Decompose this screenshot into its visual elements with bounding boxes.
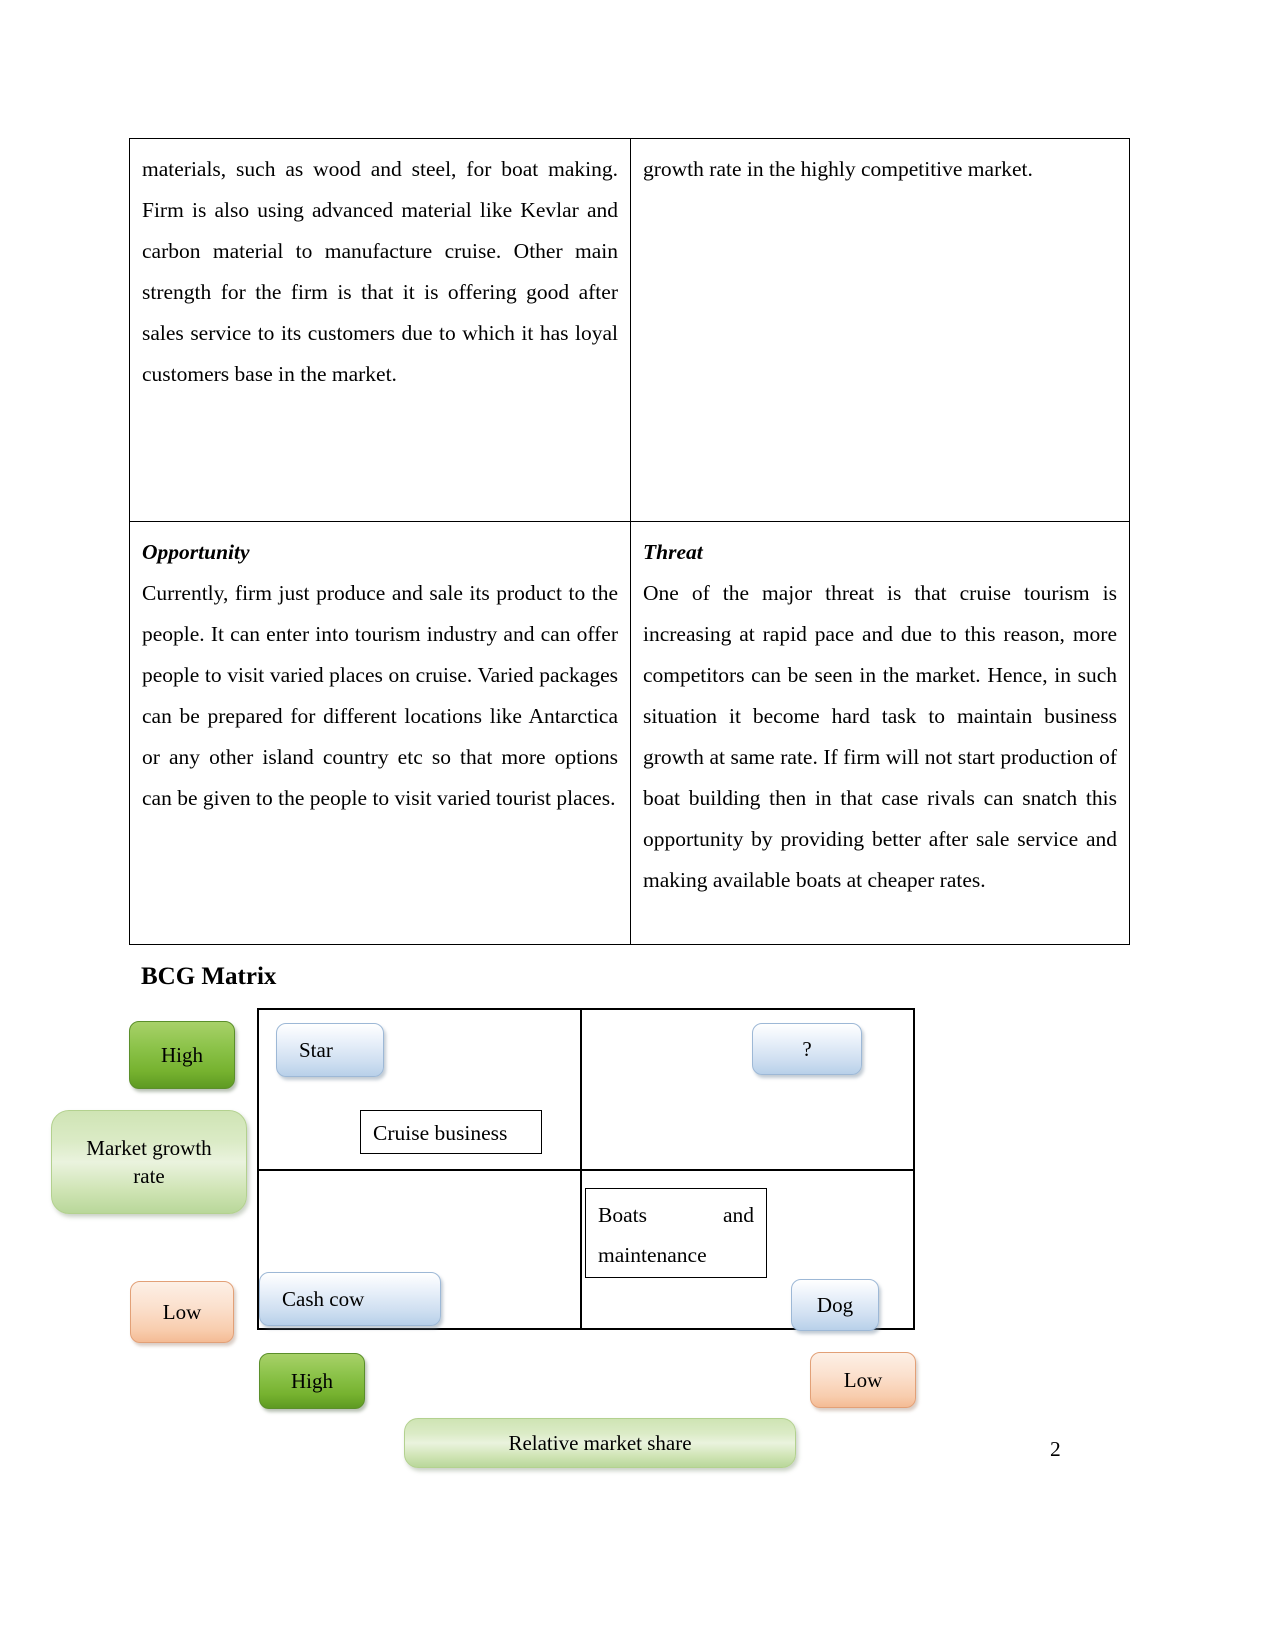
swot-cell-body: growth rate in the highly competitive ma… <box>643 157 1033 181</box>
x-axis-high-text: High <box>291 1368 333 1393</box>
swot-cell-weakness-continued: growth rate in the highly competitive ma… <box>630 138 1130 522</box>
quadrant-label-cash-cow: Cash cow <box>259 1272 441 1326</box>
matrix-horizontal-divider <box>259 1169 913 1171</box>
y-axis-title: Market growth rate <box>51 1110 247 1214</box>
swot-cell-body: One of the major threat is that cruise t… <box>643 581 1117 892</box>
y-axis-low-label: Low <box>130 1281 234 1343</box>
quadrant-label-star: Star <box>276 1023 384 1077</box>
matrix-item-boats-and-maintenance: Boats and maintenance <box>585 1188 767 1278</box>
bcg-matrix-heading: BCG Matrix <box>141 963 277 990</box>
y-axis-high-text: High <box>161 1042 203 1067</box>
quadrant-label-star-text: Star <box>299 1037 333 1062</box>
swot-cell-threat: Threat One of the major threat is that c… <box>630 521 1130 945</box>
x-axis-title-text: Relative market share <box>508 1430 692 1455</box>
table-row: materials, such as wood and steel, for b… <box>129 138 1130 522</box>
quadrant-label-question-mark: ? <box>752 1023 862 1075</box>
swot-cell-body: materials, such as wood and steel, for b… <box>142 157 618 386</box>
matrix-item-boats-and-maintenance-text: Boats and maintenance <box>598 1203 754 1267</box>
swot-cell-body: Currently, firm just produce and sale it… <box>142 581 618 810</box>
matrix-item-cruise-business: Cruise business <box>360 1110 542 1154</box>
swot-table: materials, such as wood and steel, for b… <box>129 138 1130 945</box>
swot-cell-title-threat: Threat <box>643 540 703 564</box>
swot-cell-title-opportunity: Opportunity <box>142 540 250 564</box>
x-axis-title: Relative market share <box>404 1418 796 1468</box>
page-number: 2 <box>1050 1437 1061 1461</box>
y-axis-low-text: Low <box>162 1299 202 1324</box>
x-axis-low-text: Low <box>843 1367 883 1392</box>
quadrant-label-dog-text: Dog <box>816 1292 854 1317</box>
y-axis-title-text: Market growth rate <box>86 1135 212 1188</box>
document-page: materials, such as wood and steel, for b… <box>0 0 1275 1651</box>
x-axis-high-label: High <box>259 1353 365 1409</box>
matrix-item-cruise-business-text: Cruise business <box>373 1121 508 1145</box>
table-row: Opportunity Currently, firm just produce… <box>129 521 1130 945</box>
quadrant-label-dog: Dog <box>791 1279 879 1331</box>
swot-cell-opportunity: Opportunity Currently, firm just produce… <box>129 521 631 945</box>
swot-cell-strength-continued: materials, such as wood and steel, for b… <box>129 138 631 522</box>
y-axis-high-label: High <box>129 1021 235 1089</box>
quadrant-label-cash-cow-text: Cash cow <box>282 1286 365 1311</box>
x-axis-low-label: Low <box>810 1352 916 1408</box>
quadrant-label-question-mark-text: ? <box>802 1036 812 1061</box>
